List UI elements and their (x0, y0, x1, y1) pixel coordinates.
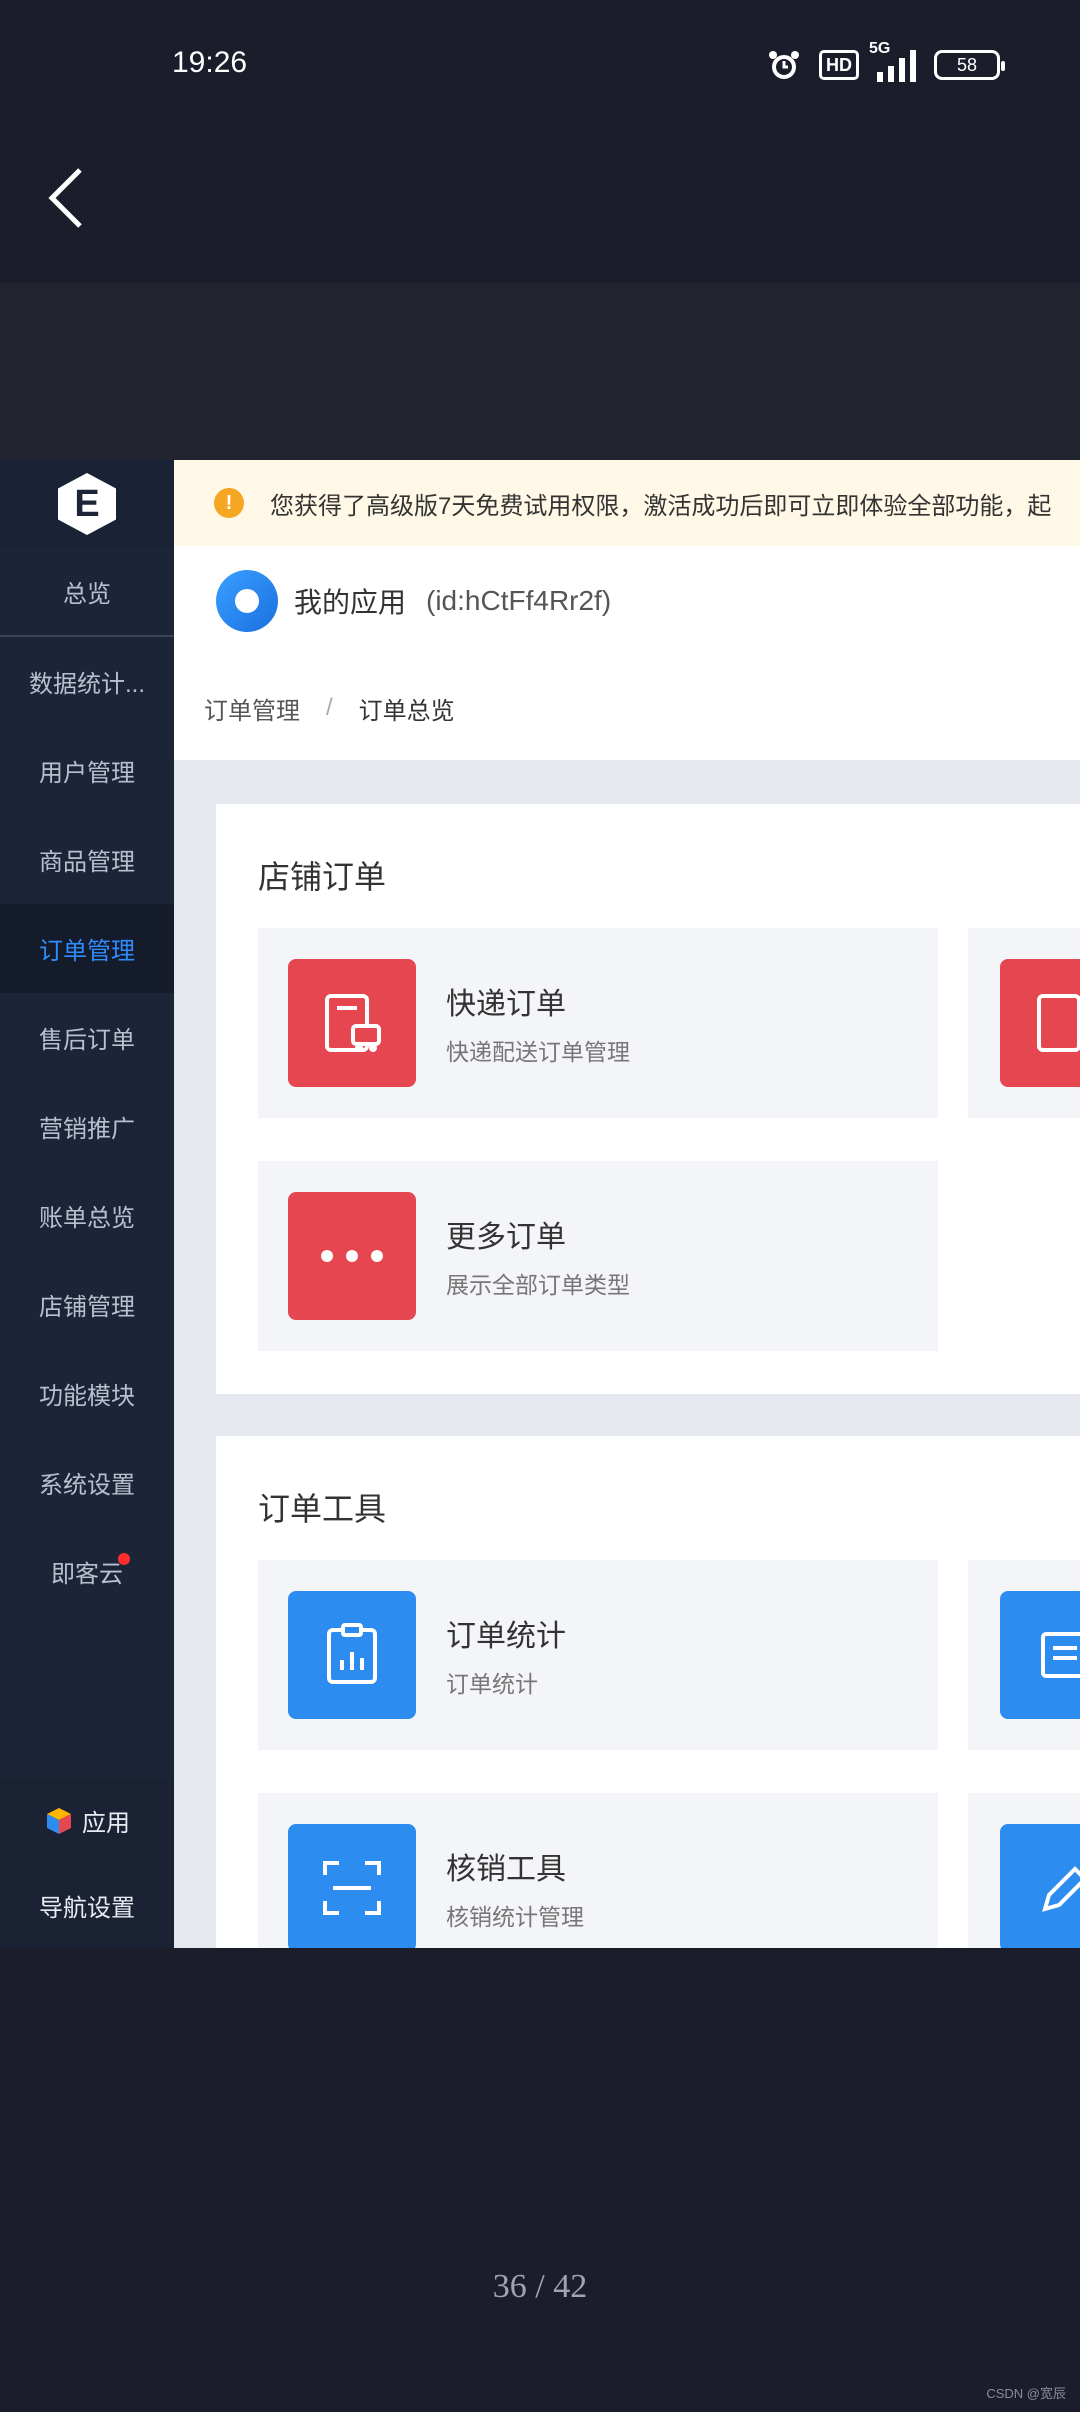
order-stats-card[interactable]: 订单统计 订单统计 (258, 1560, 938, 1750)
order-tool-card-partial[interactable] (968, 1560, 1080, 1750)
cube-icon (47, 1807, 71, 1834)
sidebar-item-products[interactable]: 商品管理 (0, 815, 174, 904)
card-desc: 订单统计 (446, 1671, 538, 1697)
more-orders-card[interactable]: 更多订单 展示全部订单类型 (258, 1161, 938, 1351)
pencil-icon (1000, 1824, 1080, 1948)
breadcrumb: 订单管理 / 订单总览 (174, 656, 1080, 760)
sidebar-item-data-stats[interactable]: 数据统计... (0, 637, 174, 726)
order-tools-title: 订单工具 (258, 1491, 387, 1527)
battery-level: 58 (956, 54, 978, 75)
notification-dot (118, 1553, 130, 1565)
trial-notice: ! 您获得了高级版7天免费试用权限，激活成功后即可立即体验全部功能，起 (174, 460, 1080, 546)
sidebar-bottom: 应用 导航设置 (0, 1778, 174, 1948)
more-dots-icon (288, 1192, 416, 1320)
app-id: (id:hCtFf4Rr2f) (426, 585, 612, 616)
store-orders-panel: 店铺订单 快递订单 快递配送订单管理 更多订单 展示全部订单类型 (216, 804, 1080, 1394)
store-orders-title: 店铺订单 (258, 859, 387, 895)
logo-icon: E (58, 473, 116, 535)
viewer-margin (0, 283, 1080, 460)
watermark: CSDN @宽辰 (986, 2386, 1066, 2401)
verification-tool-card[interactable]: 核销工具 核销统计管理 (258, 1793, 938, 1948)
order-tools-panel: 订单工具 订单统计 订单统计 核销工具 核销统计管理 (216, 1436, 1080, 1948)
card-desc: 核销统计管理 (446, 1904, 584, 1930)
card-desc: 快递配送订单管理 (446, 1039, 630, 1065)
status-time: 19:26 (172, 46, 248, 79)
sidebar-item-store[interactable]: 店铺管理 (0, 1260, 174, 1349)
delivery-clipboard-icon (288, 959, 416, 1087)
card-title: 核销工具 (446, 1853, 566, 1886)
app-avatar[interactable] (216, 570, 278, 632)
status-icons: HD 5G 58 (767, 40, 1005, 82)
sidebar: E 总览 数据统计... 用户管理 商品管理 订单管理 售后订单 营销推广 账单… (0, 460, 174, 1948)
sidebar-item-modules[interactable]: 功能模块 (0, 1349, 174, 1438)
card-desc: 展示全部订单类型 (446, 1272, 630, 1298)
card-title: 订单统计 (446, 1620, 566, 1653)
express-orders-card[interactable]: 快递订单 快递配送订单管理 (258, 928, 938, 1118)
card-title: 更多订单 (446, 1221, 566, 1254)
back-button[interactable] (46, 168, 86, 228)
breadcrumb-current: 订单总览 (358, 697, 455, 725)
sidebar-item-jikeyun[interactable]: 即客云 (0, 1527, 174, 1616)
store-order-card-partial[interactable] (968, 928, 1080, 1118)
main-content: ! 您获得了高级版7天免费试用权限，激活成功后即可立即体验全部功能，起 我的应用… (174, 460, 1080, 1948)
scan-icon (288, 1824, 416, 1948)
brand-logo: E (0, 460, 174, 548)
page-indicator: 36 / 42 (492, 2268, 588, 2305)
warning-icon: ! (214, 488, 244, 518)
hd-icon: HD (819, 50, 859, 80)
chevron-left-icon (48, 168, 82, 228)
sidebar-item-marketing[interactable]: 营销推广 (0, 1082, 174, 1171)
clipboard-icon (1000, 959, 1080, 1087)
sidebar-item-settings[interactable]: 系统设置 (0, 1438, 174, 1527)
sidebar-item-overview[interactable]: 总览 (0, 548, 174, 637)
card-title: 快递订单 (446, 988, 566, 1021)
sidebar-item-orders[interactable]: 订单管理 (0, 904, 174, 993)
edit-tool-card-partial[interactable] (968, 1793, 1080, 1948)
app-name: 我的应用 (294, 587, 407, 618)
sidebar-item-bills[interactable]: 账单总览 (0, 1171, 174, 1260)
notice-text: 您获得了高级版7天免费试用权限，激活成功后即可立即体验全部功能，起 (270, 492, 1052, 520)
sidebar-item-users[interactable]: 用户管理 (0, 726, 174, 815)
network-type: 5G (869, 40, 891, 57)
breadcrumb-separator: / (326, 694, 333, 721)
sidebar-item-after-sales[interactable]: 售后订单 (0, 993, 174, 1082)
document-icon (1000, 1591, 1080, 1719)
chart-clipboard-icon (288, 1591, 416, 1719)
nav-settings-button[interactable]: 导航设置 (0, 1863, 174, 1948)
alarm-icon (767, 48, 801, 82)
breadcrumb-parent[interactable]: 订单管理 (204, 691, 300, 726)
app-header: 我的应用 (id:hCtFf4Rr2f) (174, 546, 1080, 656)
screenshot-image[interactable]: E 总览 数据统计... 用户管理 商品管理 订单管理 售后订单 营销推广 账单… (0, 460, 1080, 1948)
battery-icon: 58 (934, 50, 1005, 80)
viewer-top-bar (0, 135, 1080, 283)
status-bar: 19:26 HD 5G 58 (0, 0, 1080, 135)
apps-button[interactable]: 应用 (0, 1778, 174, 1863)
signal-icon: 5G (869, 40, 916, 82)
